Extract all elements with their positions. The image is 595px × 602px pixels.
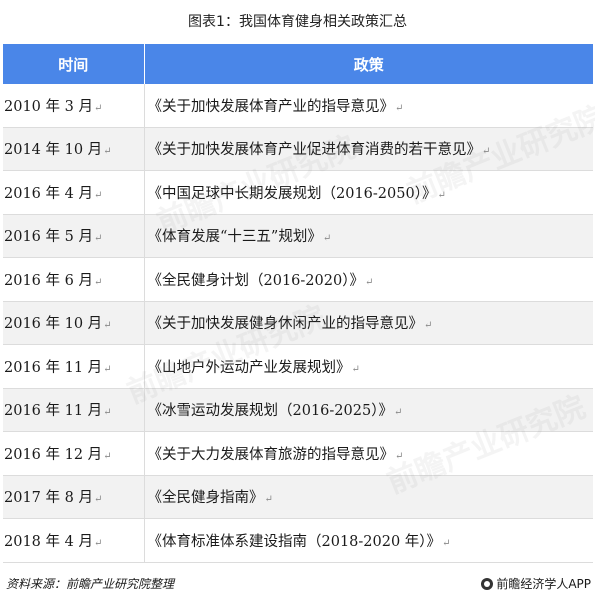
table-row: 2014 年 10 月↵ 《关于加快发展体育产业促进体育消费的若干意见》↵: [3, 127, 593, 171]
time-text: 2017 年 8 月: [4, 490, 93, 507]
time-cell: 2014 年 10 月↵: [3, 127, 145, 171]
paragraph-mark-icon: ↵: [395, 102, 404, 114]
paragraph-mark-icon: ↵: [393, 407, 403, 419]
time-text: 2010 年 3 月: [4, 98, 93, 115]
paragraph-mark-icon: ↵: [395, 450, 404, 462]
paragraph-mark-icon: ↵: [351, 363, 360, 375]
policy-text: 《关于加快发展体育产业促进体育消费的若干意见》: [147, 142, 482, 159]
time-cell: 2016 年 12 月↵: [3, 431, 145, 476]
time-cell: 2016 年 4 月↵: [3, 170, 145, 215]
source-note: 资料来源：前瞻产业研究院整理: [6, 577, 175, 591]
paragraph-mark-icon: ↵: [103, 146, 112, 158]
policy-cell: 《关于加快发展体育产业的指导意见》↵: [144, 84, 593, 128]
time-text: 2018 年 4 月: [4, 533, 93, 550]
policy-cell: 《全民健身指南》↵: [144, 475, 593, 519]
paragraph-mark-icon: ↵: [364, 276, 374, 288]
table-header-row: 时间 政策: [3, 44, 593, 84]
policy-text: 《体育标准体系建设指南（2018-2020 年）》: [147, 533, 442, 550]
brand-label: 前瞻经济学人APP: [496, 577, 591, 591]
paragraph-mark-icon: ↵: [442, 537, 451, 549]
time-cell: 2010 年 3 月↵: [3, 84, 145, 128]
policy-text: 《关于大力发展体育旅游的指导意见》: [147, 446, 395, 463]
paragraph-mark-icon: ↵: [93, 494, 103, 506]
paragraph-mark-icon: ↵: [264, 494, 273, 506]
time-text: 2016 年 4 月: [4, 185, 93, 202]
policy-text: 《体育发展“十三五”规划》: [147, 229, 322, 246]
time-cell: 2016 年 5 月↵: [3, 214, 145, 258]
policy-text: 《中国足球中长期发展规划（2016-2050）》: [147, 185, 437, 202]
table-row: 2016 年 4 月↵ 《中国足球中长期发展规划（2016-2050）》↵: [3, 170, 593, 215]
time-cell: 2016 年 6 月↵: [3, 257, 145, 302]
paragraph-mark-icon: ↵: [103, 450, 112, 462]
time-cell: 2016 年 11 月↵: [3, 344, 145, 389]
policy-text: 《冰雪运动发展规划（2016-2025）》: [147, 403, 393, 420]
table-row: 2010 年 3 月↵ 《关于加快发展体育产业的指导意见》↵: [3, 84, 593, 128]
paragraph-mark-icon: ↵: [103, 363, 112, 375]
paragraph-mark-icon: ↵: [93, 276, 103, 288]
time-text: 2016 年 5 月: [4, 229, 93, 246]
policy-cell: 《关于加快发展体育产业促进体育消费的若干意见》↵: [144, 127, 593, 171]
table-row: 2016 年 6 月↵ 《全民健身计划（2016-2020）》↵: [3, 257, 593, 302]
policy-text: 《关于加快发展体育产业的指导意见》: [147, 98, 395, 115]
time-cell: 2017 年 8 月↵: [3, 475, 145, 519]
policy-table: 时间 政策 2010 年 3 月↵ 《关于加快发展体育产业的指导意见》↵ 2014 …: [3, 44, 593, 563]
time-text: 2016 年 11 月: [4, 359, 103, 376]
policy-cell: 《冰雪运动发展规划（2016-2025）》↵: [144, 388, 593, 432]
paragraph-mark-icon: ↵: [103, 407, 112, 419]
table-row: 2017 年 8 月↵ 《全民健身指南》↵: [3, 475, 593, 519]
policy-cell: 《全民健身计划（2016-2020）》↵: [144, 257, 593, 302]
time-text: 2016 年 12 月: [4, 446, 103, 463]
header-policy: 政策: [144, 44, 593, 84]
policy-text: 《山地户外运动产业发展规划》: [147, 359, 351, 376]
paragraph-mark-icon: ↵: [482, 146, 491, 158]
table-row: 2016 年 5 月↵ 《体育发展“十三五”规划》↵: [3, 214, 593, 258]
paragraph-mark-icon: ↵: [424, 320, 433, 332]
policy-text: 《全民健身计划（2016-2020）》: [147, 272, 364, 289]
policy-cell: 《关于加快发展健身休闲产业的指导意见》↵: [144, 301, 593, 345]
table-body: 2010 年 3 月↵ 《关于加快发展体育产业的指导意见》↵ 2014 年 10 月…: [3, 84, 593, 563]
policy-cell: 《体育标准体系建设指南（2018-2020 年）》↵: [144, 518, 593, 563]
policy-text: 《全民健身指南》: [147, 490, 264, 507]
paragraph-mark-icon: ↵: [103, 320, 112, 332]
paragraph-mark-icon: ↵: [93, 233, 103, 245]
policy-text: 《关于加快发展健身休闲产业的指导意见》: [147, 316, 424, 333]
header-time: 时间: [3, 44, 145, 84]
time-cell: 2018 年 4 月↵: [3, 518, 145, 563]
policy-cell: 《体育发展“十三五”规划》↵: [144, 214, 593, 258]
policy-cell: 《山地户外运动产业发展规划》↵: [144, 344, 593, 389]
time-text: 2016 年 10 月: [4, 316, 103, 333]
qianzhan-logo-icon: [481, 577, 494, 590]
time-text: 2016 年 11 月: [4, 403, 103, 420]
time-text: 2016 年 6 月: [4, 272, 93, 289]
page-title: 图表1：我国体育健身相关政策汇总: [188, 14, 407, 30]
footer: 资料来源：前瞻产业研究院整理 前瞻经济学人APP: [6, 575, 591, 593]
paragraph-mark-icon: ↵: [93, 537, 103, 549]
table-row: 2016 年 12 月↵ 《关于大力发展体育旅游的指导意见》↵: [3, 431, 593, 476]
brand: 前瞻经济学人APP: [481, 575, 591, 592]
time-text: 2014 年 10 月: [4, 142, 103, 159]
paragraph-mark-icon: ↵: [322, 233, 332, 245]
table-row: 2016 年 10 月↵ 《关于加快发展健身休闲产业的指导意见》↵: [3, 301, 593, 345]
time-cell: 2016 年 10 月↵: [3, 301, 145, 345]
table-row: 2018 年 4 月↵ 《体育标准体系建设指南（2018-2020 年）》↵: [3, 518, 593, 563]
time-cell: 2016 年 11 月↵: [3, 388, 145, 432]
paragraph-mark-icon: ↵: [93, 102, 103, 114]
paragraph-mark-icon: ↵: [437, 189, 446, 201]
table-row: 2016 年 11 月↵ 《山地户外运动产业发展规划》↵: [3, 344, 593, 389]
table-row: 2016 年 11 月↵ 《冰雪运动发展规划（2016-2025）》↵: [3, 388, 593, 432]
policy-cell: 《中国足球中长期发展规划（2016-2050）》↵: [144, 170, 593, 215]
paragraph-mark-icon: ↵: [93, 189, 103, 201]
policy-cell: 《关于大力发展体育旅游的指导意见》↵: [144, 431, 593, 476]
